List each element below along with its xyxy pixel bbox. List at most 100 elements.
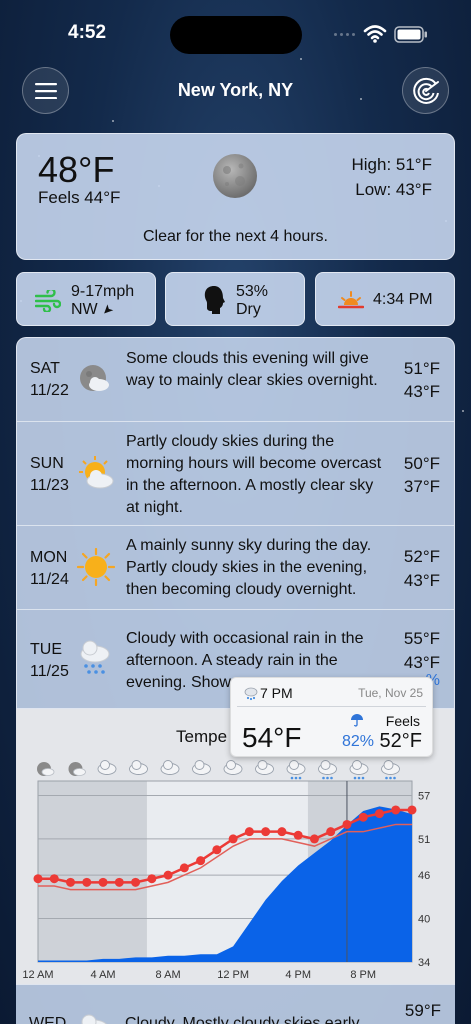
temperature-point [33,874,43,884]
hour-rain-drop [330,776,333,780]
hour-cloud-icon [383,760,394,770]
hamburger-icon [34,82,57,99]
partly-cloudy-day-icon [79,456,114,489]
forecast-row-sat[interactable]: SAT 11/22 Some clouds this evening will … [17,338,454,422]
day-high: 59°F [404,1001,441,1020]
day-date: 11/23 [30,477,69,494]
day-date: 11/25 [30,663,69,680]
hour-rain-drop [393,776,396,780]
temperature-point [66,877,76,887]
forecast-row-wed[interactable]: WED Cloudy. Mostly cloudy skies early 59… [16,984,455,1024]
temperature-point [179,863,189,873]
head-silhouette-icon [204,286,225,314]
temperature-point [114,877,124,887]
hour-rain-drop [290,776,294,780]
sunny-icon [77,548,115,586]
hour-rain-drop [361,776,365,780]
x-tick-label: 8 PM [350,969,376,981]
night-band [38,781,147,962]
temperature-point [212,845,222,855]
hour-cloud-icon [73,768,86,776]
humidity-chip[interactable]: 53% Dry [165,272,305,326]
hour-cloud-icon [131,760,142,770]
sunset-chip[interactable]: 4:34 PM [315,272,455,326]
temperature-point [228,834,238,844]
daily-forecast-list: SAT 11/22 Some clouds this evening will … [16,337,455,709]
tooltip-feels: 52°F [379,730,422,752]
forecast-row-sun[interactable]: SUN 11/23 Partly cloudy skies during the… [17,422,454,526]
x-tick-label: 12 PM [217,969,249,981]
day-name: SAT [30,360,60,377]
day-low: 37°F [403,477,440,496]
temperature-point [196,856,206,866]
hour-tooltip: 7 PM Tue, Nov 25 54°F 82% Feels 52°F [230,677,433,757]
hour-rain-drop [389,776,392,780]
wind-speed: 9-17mph [71,283,135,300]
day-low: 43°F [403,571,440,590]
temperature-point [407,805,417,815]
y-tick-label: 57 [418,790,430,802]
day-description: Some clouds this evening will give way t… [126,350,378,389]
temperature-point [326,827,336,837]
x-tick-label: 4 PM [285,969,311,981]
wind-direction: NW [71,301,98,318]
temperature-point [261,827,271,837]
hour-rain-drop [322,776,325,780]
sunset-icon [338,291,364,309]
day-high: 55°F [403,629,440,648]
temperature-point [309,834,319,844]
day-name: SUN [30,455,64,472]
day-high: 52°F [403,547,440,566]
partly-cloudy-night-icon [80,365,109,391]
rain-icon [244,687,258,701]
current-conditions-card[interactable]: 48°F Feels 44°F High: 51°F Low: 43°F Cle… [16,133,455,260]
hour-cloud-icon [100,760,110,770]
tooltip-precip: 82% [342,733,375,750]
radar-button[interactable] [402,67,449,114]
hour-rain-drop [294,776,298,780]
current-temperature: 48°F [38,149,115,190]
moon-icon [213,154,257,198]
sunset-time: 4:34 PM [373,291,433,308]
day-name: TUE [30,641,62,658]
y-tick-label: 51 [418,834,430,846]
feels-like: Feels 44°F [38,188,121,207]
y-tick-label: 34 [418,957,430,969]
y-tick-label: 40 [418,914,430,926]
high-temperature: High: 51°F [351,155,432,174]
status-bar: 4:52 [0,0,471,60]
hour-rain-drop [298,776,302,780]
location-title[interactable]: New York, NY [100,80,371,101]
day-description: Partly cloudy skies during the morning h… [126,433,382,516]
day-date: 11/22 [30,382,69,399]
hour-rain-drop [353,776,357,780]
hour-cloud-icon [289,760,299,770]
temperature-point [342,819,352,829]
wind-direction-row: NW➤ [71,301,117,320]
x-tick-label: 12 AM [22,969,53,981]
umbrella-icon [351,714,363,727]
wind-icon [35,290,61,312]
menu-button[interactable] [22,67,69,114]
dynamic-island [170,16,302,54]
wind-chip[interactable]: 9-17mph NW➤ [16,272,156,326]
x-tick-label: 4 AM [91,969,116,981]
temperature-point [293,830,303,840]
hour-rain-drop [385,776,388,780]
day-name: WED [29,1015,67,1024]
day-description: A mainly sunny sky during the day. Partl… [126,537,372,598]
nowcast-summary: Clear for the next 4 hours. [143,228,328,245]
wind-arrow-icon: ➤ [98,301,117,320]
cloudy-icon [81,1014,107,1024]
wifi-icon [363,25,387,43]
humidity-value: 53% [236,283,269,300]
temperature-point [391,805,401,815]
temperature-point [163,870,173,880]
forecast-row-mon[interactable]: MON 11/24 A mainly sunny sky during the … [17,526,454,610]
tooltip-divider [237,706,426,707]
hour-cloud-icon [163,760,173,770]
hour-cloud-icon [257,760,268,770]
hour-cloud-icon [320,760,331,770]
day-name: MON [30,549,68,566]
tooltip-feels-label: Feels [385,713,420,729]
